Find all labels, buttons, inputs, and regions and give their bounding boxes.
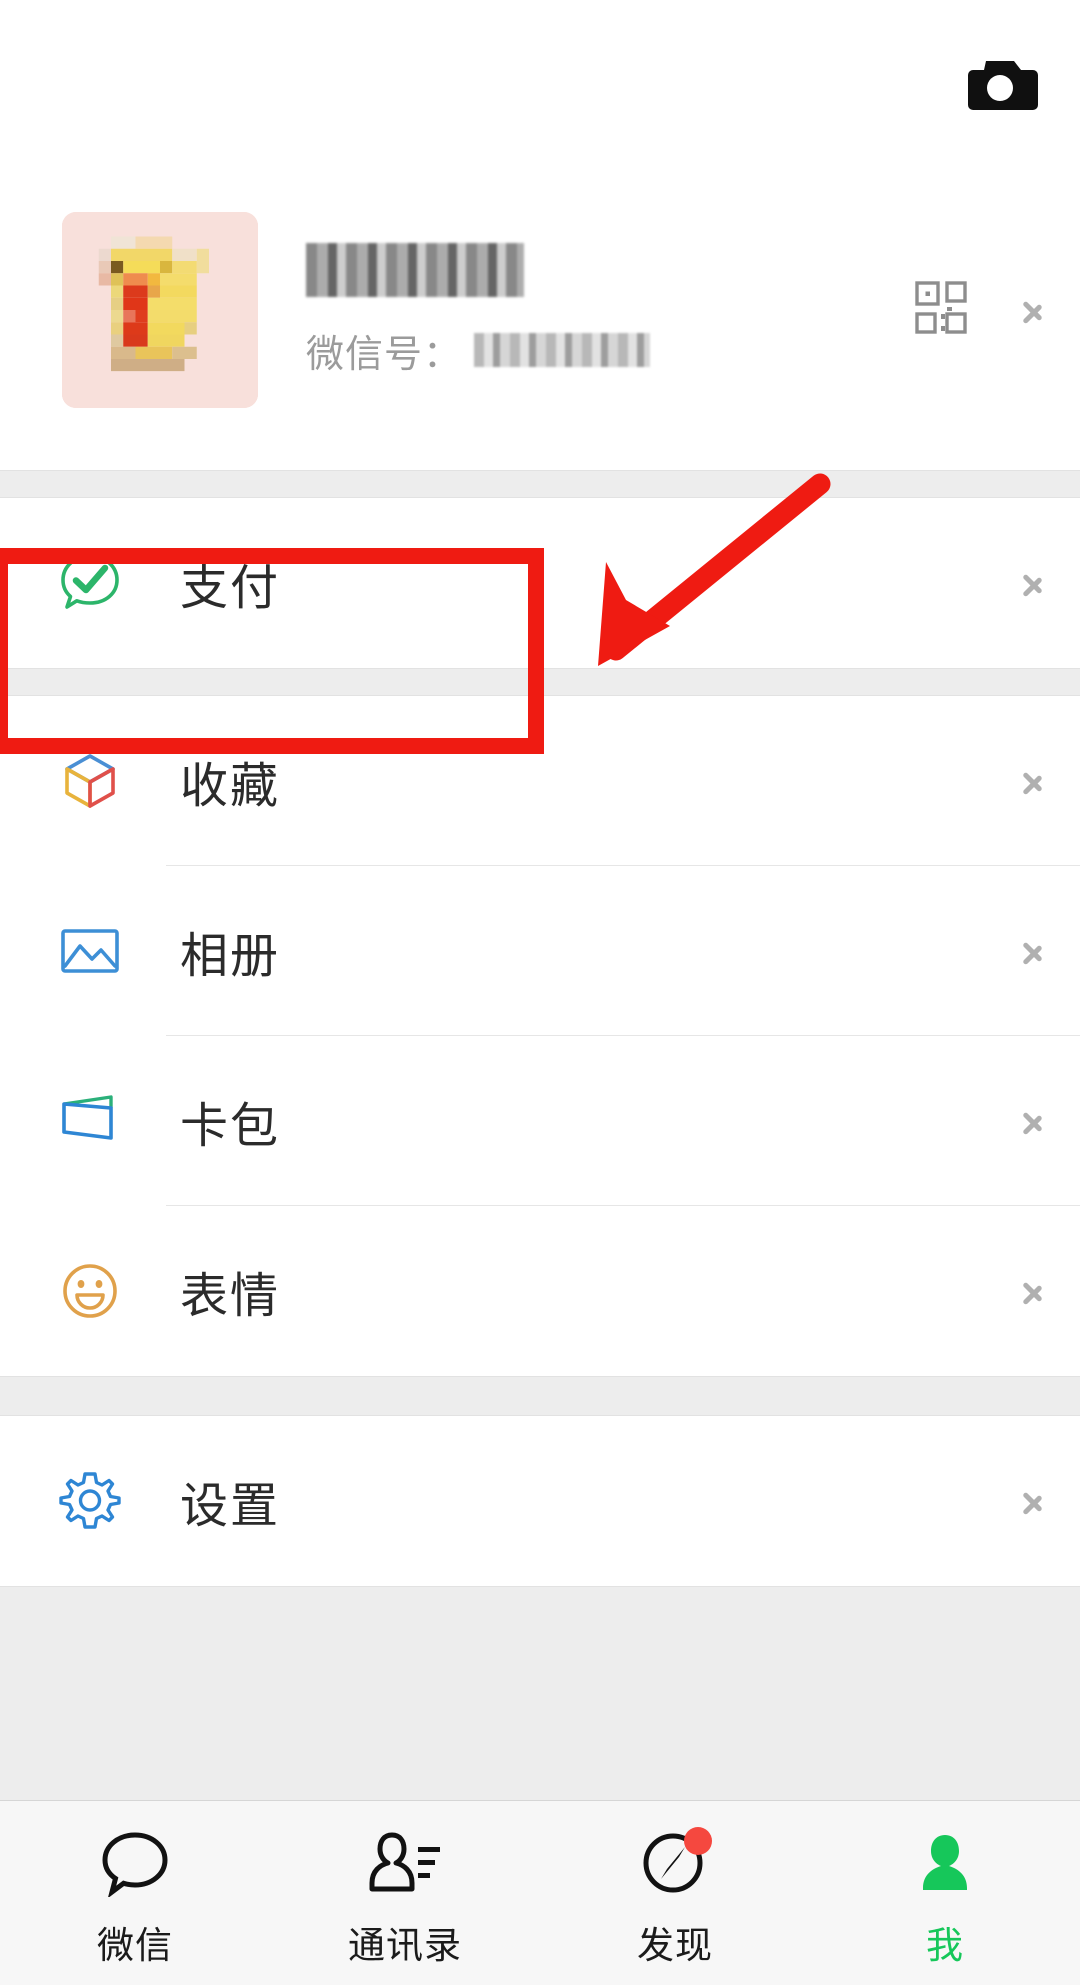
tab-me[interactable]: 我 xyxy=(810,1825,1080,1969)
cube-star-icon xyxy=(52,743,128,819)
menu-item-favorites[interactable]: 收藏 xyxy=(0,696,1080,866)
chat-bubble-icon xyxy=(92,1825,178,1901)
camera-icon[interactable] xyxy=(956,48,1044,118)
compass-icon xyxy=(632,1825,718,1901)
avatar[interactable] xyxy=(62,212,258,408)
menu-item-pay-chevron-right-icon[interactable] xyxy=(1022,563,1044,603)
tab-me-label: 我 xyxy=(926,1924,964,1967)
pay-check-bubble-icon xyxy=(52,545,128,621)
top-bar xyxy=(0,0,1080,150)
tab-discover-label: 发现 xyxy=(637,1924,713,1967)
qrcode-icon[interactable] xyxy=(914,280,970,340)
tab-chats-label: 微信 xyxy=(97,1924,173,1967)
menu-item-pay-label: 支付 xyxy=(180,560,281,616)
contacts-icon xyxy=(362,1825,448,1901)
profile-nickname xyxy=(306,242,524,297)
tab-contacts[interactable]: 通讯录 xyxy=(270,1825,540,1969)
menu-item-album[interactable]: 相册 xyxy=(0,866,1080,1036)
gear-icon xyxy=(52,1463,128,1539)
menu-item-album-chevron-right-icon[interactable] xyxy=(1022,931,1044,971)
menu-item-settings-chevron-right-icon[interactable] xyxy=(1022,1481,1044,1521)
discover-badge-dot xyxy=(684,1827,712,1855)
profile-text: 微信号： xyxy=(258,242,914,378)
menu-item-cards-label: 卡包 xyxy=(180,1098,281,1154)
menu-item-settings-label: 设置 xyxy=(180,1478,281,1534)
profile-chevron-right-icon[interactable] xyxy=(1022,290,1044,330)
person-icon xyxy=(902,1825,988,1901)
tab-chats[interactable]: 微信 xyxy=(0,1825,270,1969)
menu-item-favorites-chevron-right-icon[interactable] xyxy=(1022,761,1044,801)
menu-item-stickers-label: 表情 xyxy=(180,1268,281,1324)
section-gap xyxy=(0,1376,1080,1416)
photo-album-icon xyxy=(52,913,128,989)
menu-group-pay: 支付 xyxy=(0,498,1080,668)
menu-item-stickers[interactable]: 表情 xyxy=(0,1206,1080,1376)
menu-item-stickers-chevron-right-icon[interactable] xyxy=(1022,1271,1044,1311)
bottom-filler xyxy=(0,1586,1080,1816)
wechat-id-label: 微信号： xyxy=(306,331,463,376)
profile-header[interactable]: 微信号： xyxy=(0,150,1080,470)
wechat-id-value xyxy=(474,333,651,367)
tab-discover[interactable]: 发现 xyxy=(540,1825,810,1969)
menu-item-settings[interactable]: 设置 xyxy=(0,1416,1080,1586)
wechat-me-screen: 微信号： 支付 收藏 相册 卡包 表情 设置 微信 通讯录 发现 我 xyxy=(0,0,1080,1985)
bottom-tab-bar: 微信 通讯录 发现 我 xyxy=(0,1800,1080,1985)
menu-item-pay[interactable]: 支付 xyxy=(0,498,1080,668)
menu-group-settings: 设置 xyxy=(0,1416,1080,1586)
profile-actions xyxy=(914,280,1044,340)
menu-group-content: 收藏 相册 卡包 表情 xyxy=(0,696,1080,1376)
smiley-face-icon xyxy=(52,1253,128,1329)
wallet-cards-icon xyxy=(52,1083,128,1159)
wechat-id-row: 微信号： xyxy=(306,323,914,378)
menu-item-album-label: 相册 xyxy=(180,928,281,984)
menu-item-favorites-label: 收藏 xyxy=(180,758,281,814)
section-gap xyxy=(0,668,1080,696)
menu-item-cards-chevron-right-icon[interactable] xyxy=(1022,1101,1044,1141)
tab-contacts-label: 通讯录 xyxy=(348,1924,462,1967)
menu-item-cards[interactable]: 卡包 xyxy=(0,1036,1080,1206)
section-gap xyxy=(0,470,1080,498)
